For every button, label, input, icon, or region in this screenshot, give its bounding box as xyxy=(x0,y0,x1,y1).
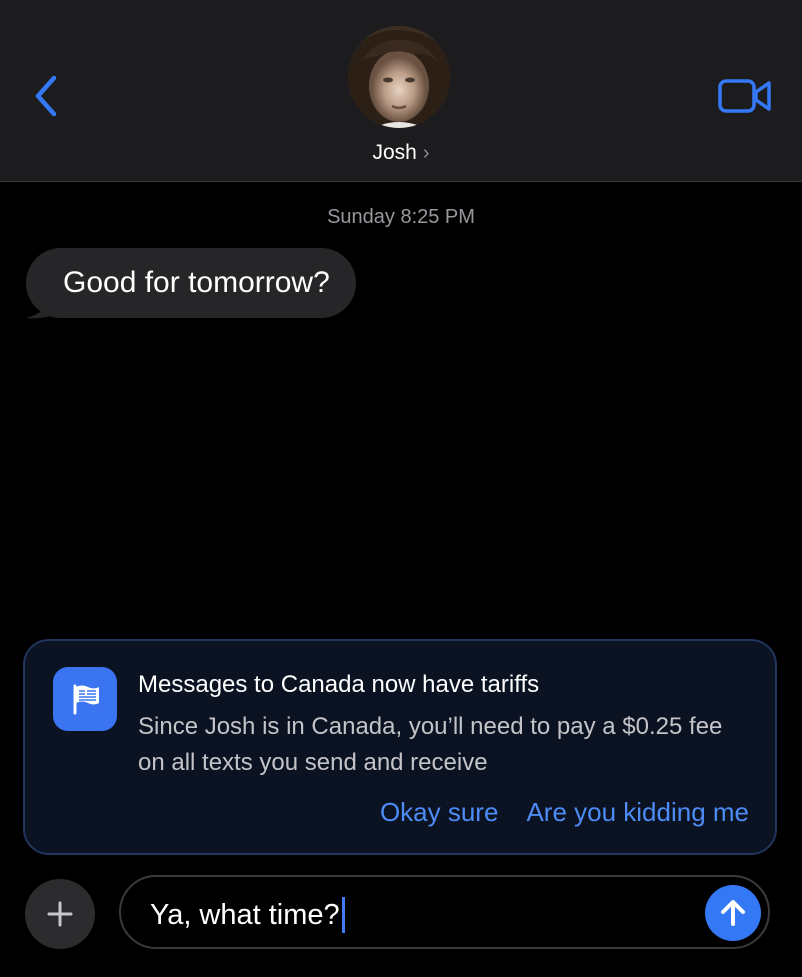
tariff-notice-card: Messages to Canada now have tariffs Sinc… xyxy=(23,639,777,855)
contact-name: Josh xyxy=(372,141,417,164)
contact-name-button[interactable]: Josh › xyxy=(0,138,802,168)
contact-avatar[interactable] xyxy=(348,26,450,128)
message-input-value: Ya, what time? xyxy=(150,899,340,931)
send-button[interactable] xyxy=(705,885,761,941)
are-you-kidding-me-button[interactable]: Are you kidding me xyxy=(526,797,749,828)
chevron-right-icon: › xyxy=(422,141,430,164)
okay-sure-button[interactable]: Okay sure xyxy=(380,797,499,828)
message-timestamp: Sunday 8:25 PM xyxy=(327,206,475,228)
text-caret xyxy=(341,897,345,933)
conversation-header: Josh › xyxy=(0,0,802,182)
add-attachment-button[interactable] xyxy=(25,879,95,949)
notice-body: Since Josh is in Canada, you’ll need to … xyxy=(138,713,723,776)
chevron-left-icon xyxy=(35,75,57,117)
facetime-video-button[interactable] xyxy=(716,74,774,118)
back-button[interactable] xyxy=(24,70,68,122)
notice-actions: Okay sure Are you kidding me xyxy=(380,797,749,828)
message-input[interactable]: Ya, what time? xyxy=(119,875,770,949)
avatar-photo xyxy=(348,26,450,128)
incoming-message[interactable]: Good for tomorrow? xyxy=(26,248,356,319)
video-camera-icon xyxy=(718,79,771,113)
arrow-up-icon xyxy=(721,900,745,926)
notice-title: Messages to Canada now have tariffs xyxy=(138,671,540,698)
message-input-field[interactable]: Ya, what time? xyxy=(150,895,345,935)
message-text: Good for tomorrow? xyxy=(63,266,330,299)
plus-icon xyxy=(47,901,73,927)
flag-icon xyxy=(53,667,117,731)
message-bubble: Good for tomorrow? xyxy=(26,248,356,318)
messages-screen: Josh › Sunday 8:25 PM Good for tomorrow? xyxy=(0,0,802,977)
